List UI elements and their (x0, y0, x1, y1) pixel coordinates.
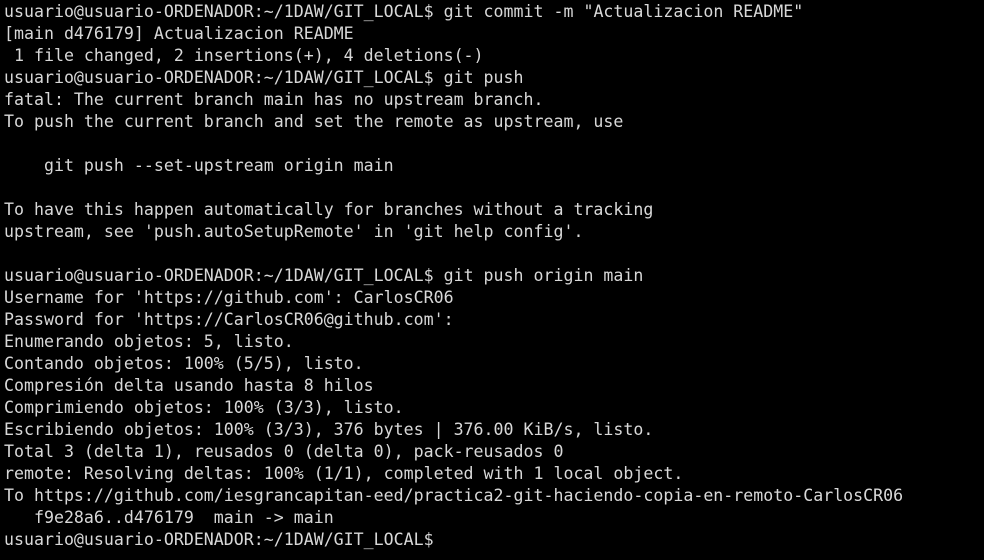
output-line: Compresión delta usando hasta 8 hilos (4, 376, 374, 395)
output-line: Contando objetos: 100% (5/5), listo. (4, 354, 364, 373)
command-text: git push (433, 68, 524, 87)
shell-prompt: usuario@usuario-ORDENADOR:~/1DAW/GIT_LOC… (4, 530, 434, 549)
shell-prompt: usuario@usuario-ORDENADOR:~/1DAW/GIT_LOC… (4, 266, 434, 285)
output-line: Enumerando objetos: 5, listo. (4, 332, 294, 351)
command-text: git push origin main (433, 266, 644, 285)
output-line: f9e28a6..d476179 main -> main (4, 508, 334, 527)
terminal-cursor[interactable] (444, 530, 454, 548)
output-line: To have this happen automatically for br… (4, 200, 654, 219)
terminal-output: usuario@usuario-ORDENADOR:~/1DAW/GIT_LOC… (4, 1, 984, 551)
prompt-line: usuario@usuario-ORDENADOR:~/1DAW/GIT_LOC… (4, 1, 984, 23)
output-line: fatal: The current branch main has no up… (4, 90, 544, 109)
output-line: Total 3 (delta 1), reusados 0 (delta 0),… (4, 442, 564, 461)
output-line: To push the current branch and set the r… (4, 112, 624, 131)
shell-prompt: usuario@usuario-ORDENADOR:~/1DAW/GIT_LOC… (4, 2, 434, 21)
output-line: git push --set-upstream origin main (4, 156, 394, 175)
output-line: Comprimiendo objetos: 100% (3/3), listo. (4, 398, 404, 417)
output-line: Password for 'https://CarlosCR06@github.… (4, 310, 454, 329)
output-line: Username for 'https://github.com': Carlo… (4, 288, 454, 307)
prompt-line: usuario@usuario-ORDENADOR:~/1DAW/GIT_LOC… (4, 67, 984, 89)
terminal-window[interactable]: usuario@usuario-ORDENADOR:~/1DAW/GIT_LOC… (0, 0, 984, 560)
output-line: To https://github.com/iesgrancapitan-eed… (4, 486, 904, 505)
output-line: Escribiendo objetos: 100% (3/3), 376 byt… (4, 420, 654, 439)
output-line: upstream, see 'push.autoSetupRemote' in … (4, 222, 584, 241)
command-text: git commit -m "Actualizacion README" (433, 2, 804, 21)
prompt-line: usuario@usuario-ORDENADOR:~/1DAW/GIT_LOC… (4, 265, 984, 287)
output-line: 1 file changed, 2 insertions(+), 4 delet… (4, 46, 484, 65)
command-text (434, 530, 444, 549)
shell-prompt: usuario@usuario-ORDENADOR:~/1DAW/GIT_LOC… (4, 68, 434, 87)
output-line: [main d476179] Actualizacion README (4, 24, 354, 43)
prompt-line: usuario@usuario-ORDENADOR:~/1DAW/GIT_LOC… (4, 529, 984, 551)
output-line: remote: Resolving deltas: 100% (1/1), co… (4, 464, 684, 483)
